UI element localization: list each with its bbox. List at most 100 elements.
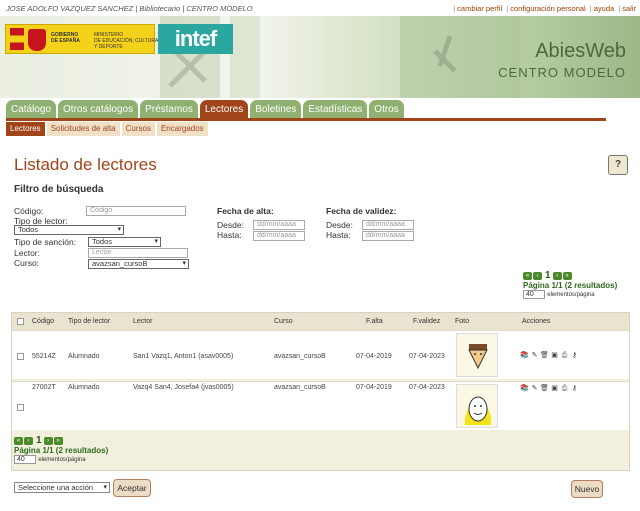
validez-hasta-input[interactable]: dd/mm/aaaa [362,231,414,241]
print-icon[interactable]: ⎙ [560,384,569,393]
first-page-icon[interactable]: « [523,271,532,280]
tab-otros[interactable]: Otros [369,100,404,119]
gobierno-logo: GOBIERNO DE ESPAÑA MINISTERIO DE EDUCACI… [5,24,158,54]
main-tabs-bar [6,118,606,121]
select-all-checkbox[interactable] [17,318,24,325]
bottom-pager: «‹ 1 ›» Página 1/1 (2 resultados) 40 eleme… [14,435,109,465]
bulk-action-select[interactable]: Seleccione una acción [14,482,110,493]
col-codigo[interactable]: Código [32,318,54,325]
last-page-icon[interactable]: » [53,436,63,445]
reader-photo [456,333,498,377]
col-lector[interactable]: Lector [133,318,152,325]
fecha-validez-label: Fecha de validez: [326,206,397,216]
tab-lectores[interactable]: Lectores [199,100,249,119]
validez-desde-input[interactable]: dd/mm/aaaa [362,220,414,230]
main-tabs: Catálogo Otros catálogos Préstamos Lecto… [6,100,404,119]
first-page-icon[interactable]: « [14,436,23,445]
subtab-encargados[interactable]: Encargados [156,122,208,136]
tab-otros-catalogos[interactable]: Otros catálogos [58,100,139,119]
codigo-input[interactable]: Código [86,206,186,216]
table-row: 55214Z Alumnado San1 Vazq1, Anton1 (asav… [12,330,629,379]
subtab-solicitudes[interactable]: Solicitudes de alta [46,122,120,136]
col-foto: Foto [455,318,470,325]
lector-label: Lector: [14,248,40,258]
link-cambiar-perfil[interactable]: cambiar perfil [457,4,502,13]
tab-catalogo[interactable]: Catálogo [6,100,57,119]
tab-prestamos[interactable]: Préstamos [140,100,198,119]
col-curso[interactable]: Curso [274,318,293,325]
app-subtitle: CENTRO MODELO [498,65,626,80]
row-checkbox[interactable] [17,353,24,360]
app-title: AbiesWeb [535,40,626,62]
validez-desde-label: Desde: [326,220,353,230]
row-checkbox[interactable] [17,404,24,411]
page-title: Listado de lectores [14,155,157,174]
top-bar: JOSE ADOLFO VAZQUEZ SANCHEZ | Biblioteca… [0,0,640,16]
alta-hasta-label: Hasta: [217,230,242,240]
tipo-lector-select[interactable]: Todos [14,225,124,235]
per-page-input[interactable]: 40 [523,290,545,300]
alta-desde-label: Desde: [217,220,244,230]
sub-tabs: Lectores Solicitudes de alta Cursos Enca… [6,122,208,136]
card-icon[interactable]: ▣ [550,384,559,393]
print-icon[interactable]: ⎙ [560,351,569,360]
validez-hasta-label: Hasta: [326,230,351,240]
row-actions: 📚 ✎ 🗑 ▣ ⎙ ⚷ [520,384,579,393]
page-info: Página 1/1 (2 resultados) [523,281,618,290]
tab-boletines[interactable]: Boletines [250,100,302,119]
col-tipo[interactable]: Tipo de lector [68,318,110,325]
table-header: Código Tipo de lector Lector Curso F.alt… [12,313,629,330]
edit-icon[interactable]: ✎ [530,351,539,360]
new-button[interactable]: Nuevo [571,480,603,498]
reader-photo [456,384,498,428]
col-fvalidez[interactable]: F.validez [413,318,440,325]
user-info: JOSE ADOLFO VAZQUEZ SANCHEZ | Biblioteca… [6,4,253,13]
edit-icon[interactable]: ✎ [530,384,539,393]
per-page-label: elementos/página [547,291,595,298]
last-page-icon[interactable]: » [562,271,572,280]
current-page: 1 [36,435,42,446]
card-icon[interactable]: ▣ [550,351,559,360]
help-button[interactable]: ? [608,155,628,175]
loans-icon[interactable]: 📚 [520,351,529,360]
per-page-input[interactable]: 40 [14,455,36,465]
alta-hasta-input[interactable]: dd/mm/aaaa [253,231,305,241]
subtab-lectores[interactable]: Lectores [6,122,45,136]
row-actions: 📚 ✎ 🗑 ▣ ⎙ ⚷ [520,351,579,360]
key-icon[interactable]: ⚷ [570,384,579,393]
accept-button[interactable]: Aceptar [113,479,151,497]
photo-avatar-icon [464,396,492,425]
spain-flag-icon [10,28,24,50]
col-acciones: Acciones [522,318,551,325]
tab-estadisticas[interactable]: Estadísticas [303,100,368,119]
intef-logo: intef [158,24,233,54]
top-links: | cambiar perfil | configuración personal … [453,4,636,13]
lector-input[interactable]: Lector [88,248,188,258]
abiesweb-page: JOSE ADOLFO VAZQUEZ SANCHEZ | Biblioteca… [0,0,640,511]
coat-of-arms-icon [28,29,46,51]
link-salir[interactable]: salir [622,4,636,13]
prev-page-icon[interactable]: ‹ [24,436,33,445]
curso-select[interactable]: avazsan_cursoB [88,259,189,269]
loans-icon[interactable]: 📚 [520,384,529,393]
tipo-sancion-select[interactable]: Todos [88,237,161,247]
delete-icon[interactable]: 🗑 [540,351,549,360]
table-row: 27002T Alumnado Vazq4 San4, Josefa4 (jva… [12,381,629,430]
per-page-label: elementos/página [38,456,86,463]
delete-icon[interactable]: 🗑 [540,384,549,393]
link-ayuda[interactable]: ayuda [594,4,614,13]
next-page-icon[interactable]: › [43,436,53,445]
alta-desde-input[interactable]: dd/mm/aaaa [253,220,305,230]
page-info: Página 1/1 (2 resultados) [14,446,109,455]
photo-avatar-icon [468,344,488,370]
filter-title: Filtro de búsqueda [14,184,104,195]
next-page-icon[interactable]: › [552,271,562,280]
col-falta[interactable]: F.alta [366,318,383,325]
top-pager: «‹ 1 ›» Página 1/1 (2 resultados) 40 eleme… [523,270,618,300]
link-configuracion[interactable]: configuración personal [510,4,585,13]
prev-page-icon[interactable]: ‹ [533,271,542,280]
subtab-cursos[interactable]: Cursos [121,122,155,136]
key-icon[interactable]: ⚷ [570,351,579,360]
tipo-sancion-label: Tipo de sanción: [14,237,77,247]
codigo-label: Código: [14,206,44,216]
